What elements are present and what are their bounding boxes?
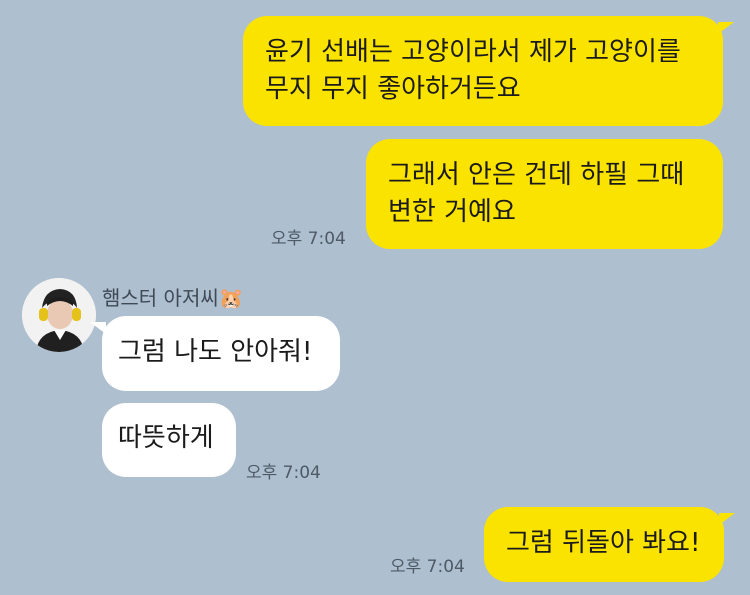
sent-message-bubble[interactable]: 그래서 안은 건데 하필 그때 변한 거예요 [366,139,723,249]
received-message-bubble[interactable]: 그럼 나도 안아줘! [102,316,340,391]
bubble-tail [719,513,735,525]
avatar[interactable] [22,278,96,352]
hamster-icon: 🐹 [218,286,244,310]
sender-name-text: 햄스터 아저씨 [102,286,219,310]
message-timestamp: 오후 7:04 [271,229,346,249]
message-text: 그럼 나도 안아줘! [118,337,313,367]
message-timestamp: 오후 7:04 [390,557,465,577]
bubble-tail [90,322,106,334]
profile-photo-icon [22,278,96,352]
sent-message-bubble[interactable]: 그럼 뒤돌아 봐요! [484,507,724,582]
message-line: 윤기 선배는 고양이라서 제가 고양이를 [265,37,681,67]
message-timestamp: 오후 7:04 [246,463,321,483]
bubble-tail [718,22,734,34]
message-line: 무지 무지 좋아하거든요 [265,74,521,104]
received-message-bubble[interactable]: 따뜻하게 [102,403,236,477]
sent-message-bubble[interactable]: 윤기 선배는 고양이라서 제가 고양이를 무지 무지 좋아하거든요 [243,16,723,126]
message-line: 변한 거예요 [388,197,516,227]
message-line: 그래서 안은 건데 하필 그때 [388,160,685,190]
message-text: 따뜻하게 [118,423,214,453]
message-text: 그럼 뒤돌아 봐요! [506,528,701,558]
sender-name: 햄스터 아저씨🐹 [102,282,244,311]
